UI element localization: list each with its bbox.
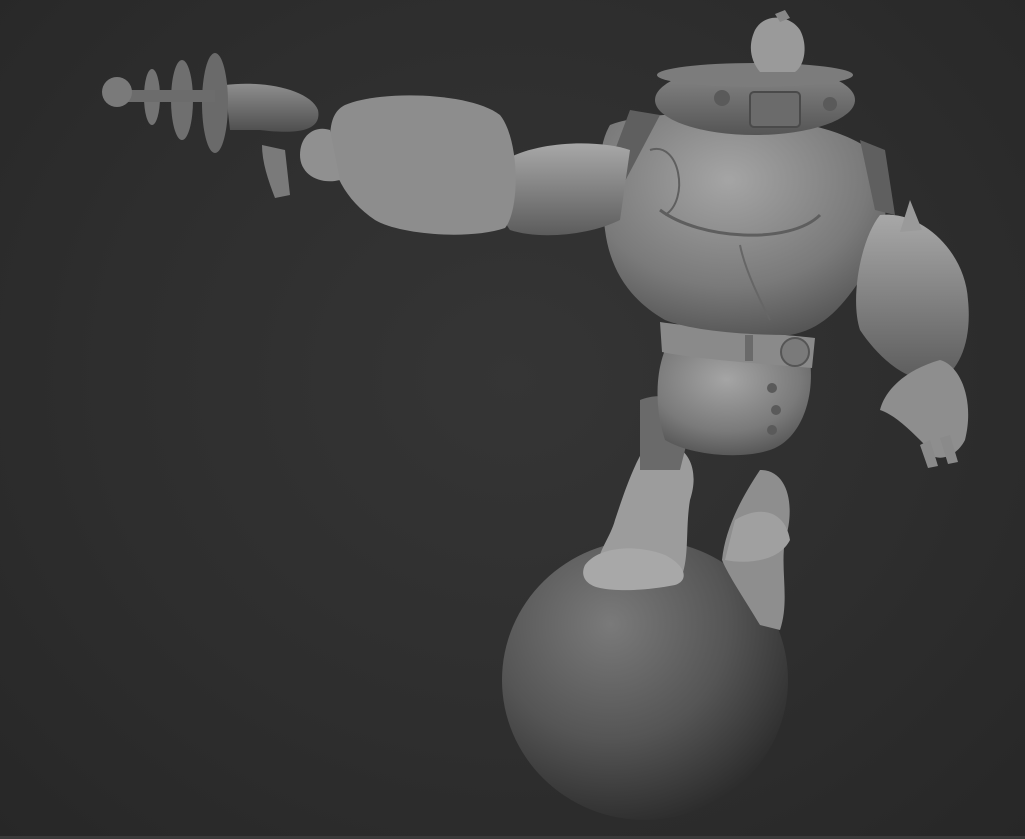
left-arm (498, 143, 630, 236)
ray-gun (102, 53, 319, 198)
canvas-viewport[interactable] (0, 0, 1025, 839)
right-arm (856, 214, 969, 381)
sculpt-model[interactable] (0, 0, 1025, 839)
left-glove (330, 95, 516, 235)
head (750, 17, 805, 72)
